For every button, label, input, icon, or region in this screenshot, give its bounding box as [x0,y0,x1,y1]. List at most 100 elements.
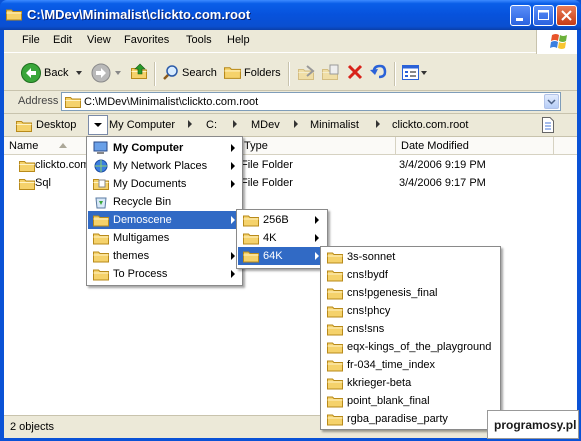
menu-item-label: Multigames [113,232,170,244]
folder-icon [16,119,32,132]
crumb-separator-icon [233,120,237,128]
submenu-arrow-icon [315,252,319,260]
file-type: File Folder [241,177,293,189]
submenu-arrow-icon [315,234,319,242]
column-header-type[interactable]: Type [239,137,396,155]
menu-item-label: point_blank_final [347,395,430,407]
menu-item-3s-sonnet[interactable]: 3s-sonnet [322,248,499,266]
menu-item-my-documents[interactable]: My Documents [88,175,241,193]
menu-item-64k[interactable]: 64K [238,247,326,265]
menu-item-rgba-paradise-party[interactable]: rgba_paradise_party [322,410,499,428]
menu-item-kkrieger-beta[interactable]: kkrieger-beta [322,374,499,392]
chevron-down-icon [94,123,102,127]
demoscene-submenu: 256B 4K 64K [236,209,328,269]
toolbar-separator [394,62,396,86]
folder-icon [327,304,343,318]
maximize-button[interactable] [533,5,554,26]
minimize-button[interactable] [510,5,531,26]
menu-item-label: Demoscene [113,214,172,226]
crumb-clickto-root[interactable]: clickto.com.root [392,119,468,131]
crumb-separator-icon [294,120,298,128]
folder-icon [93,213,109,227]
crumb-my-computer[interactable]: My Computer [109,119,175,131]
back-label: Back [44,67,69,79]
menu-item-label: cns!sns [347,323,385,335]
crumb-desktop[interactable]: Desktop [14,114,84,136]
folder-icon [327,358,343,372]
crumb-separator-icon [376,120,380,128]
breadcrumb: Desktop My Computer C: MDev Minimalist c… [4,114,577,137]
column-header-filler [554,137,577,155]
forward-button[interactable] [88,62,128,86]
menu-edit[interactable]: Edit [53,34,72,46]
menu-item-my-network-places[interactable]: My Network Places [88,157,241,175]
menu-item-cns-sns[interactable]: cns!sns [322,320,499,338]
delete-icon[interactable] [347,64,363,80]
copy-to-icon[interactable] [322,64,340,82]
column-header-date[interactable]: Date Modified [396,137,554,155]
menu-item-to-process[interactable]: To Process [88,265,241,283]
views-icon [402,65,419,80]
views-button[interactable] [400,62,428,84]
menu-item-cns-bydf[interactable]: cns!bydf [322,266,499,284]
menu-item-cns-phcy[interactable]: cns!phcy [322,302,499,320]
close-button[interactable] [556,5,577,26]
submenu-arrow-icon [231,270,235,278]
menu-item-recycle-bin[interactable]: Recycle Bin [88,193,241,211]
submenu-arrow-icon [231,216,235,224]
menu-item-multigames[interactable]: Multigames [88,229,241,247]
submenu-arrow-icon [231,180,235,188]
back-button[interactable]: Back [18,60,84,86]
folder-icon [327,376,343,390]
crumb-c-drive[interactable]: C: [206,119,217,131]
address-input[interactable]: C:\MDev\Minimalist\clickto.com.root [61,92,561,111]
up-folder-icon[interactable] [130,62,150,82]
document-icon[interactable] [541,117,555,133]
menu-item-4k[interactable]: 4K [238,229,326,247]
menu-item-256b[interactable]: 256B [238,211,326,229]
crumb-mdev[interactable]: MDev [251,119,280,131]
menu-item-point-blank-final[interactable]: point_blank_final [322,392,499,410]
menu-favorites[interactable]: Favorites [124,34,169,46]
menu-file[interactable]: File [22,34,40,46]
toolbar-separator [288,62,290,86]
folders-button[interactable]: Folders [222,60,286,86]
menu-tools[interactable]: Tools [186,34,212,46]
move-to-icon[interactable] [298,64,316,82]
window-title: C:\MDev\Minimalist\clickto.com.root [27,7,251,22]
file-name: Sql [35,177,51,189]
close-icon [561,10,572,21]
submenu-arrow-icon [231,252,235,260]
crumb-separator-icon [188,120,192,128]
watermark-text: programosy.pl [494,418,577,432]
minimize-icon [516,18,523,21]
folders-icon [224,67,241,79]
toolbar-separator [154,62,156,86]
menu-help[interactable]: Help [227,34,250,46]
undo-icon[interactable] [370,63,388,81]
menu-item-cns-pgenesis-final[interactable]: cns!pgenesis_final [322,284,499,302]
folder-icon [93,249,109,263]
search-button[interactable]: Search [160,60,218,86]
address-dropdown-button[interactable] [544,94,559,109]
title-bar[interactable]: C:\MDev\Minimalist\clickto.com.root [0,0,581,30]
menu-item-label: My Computer [113,142,184,154]
watermark: programosy.pl [487,410,579,439]
crumb-minimalist[interactable]: Minimalist [310,119,359,131]
address-bar: Address C:\MDev\Minimalist\clickto.com.r… [4,91,577,114]
column-name-label: Name [9,140,39,152]
submenu-arrow-icon [315,216,319,224]
menu-item-eqx-kings[interactable]: eqx-kings_of_the_playground [322,338,499,356]
windows-flag-icon [550,34,567,49]
menu-item-label: 4K [263,232,277,244]
menu-item-demoscene[interactable]: Demoscene [88,211,241,229]
folder-icon [327,412,343,426]
menu-item-themes[interactable]: themes [88,247,241,265]
chevron-down-icon [76,71,82,75]
folder-icon [6,7,22,21]
menu-view[interactable]: View [87,34,111,46]
menu-item-fr-034[interactable]: fr-034_time_index [322,356,499,374]
menu-item-my-computer[interactable]: My Computer [88,139,241,157]
file-date: 3/4/2006 9:19 PM [399,159,486,171]
crumb-dropdown-button[interactable] [88,115,108,135]
